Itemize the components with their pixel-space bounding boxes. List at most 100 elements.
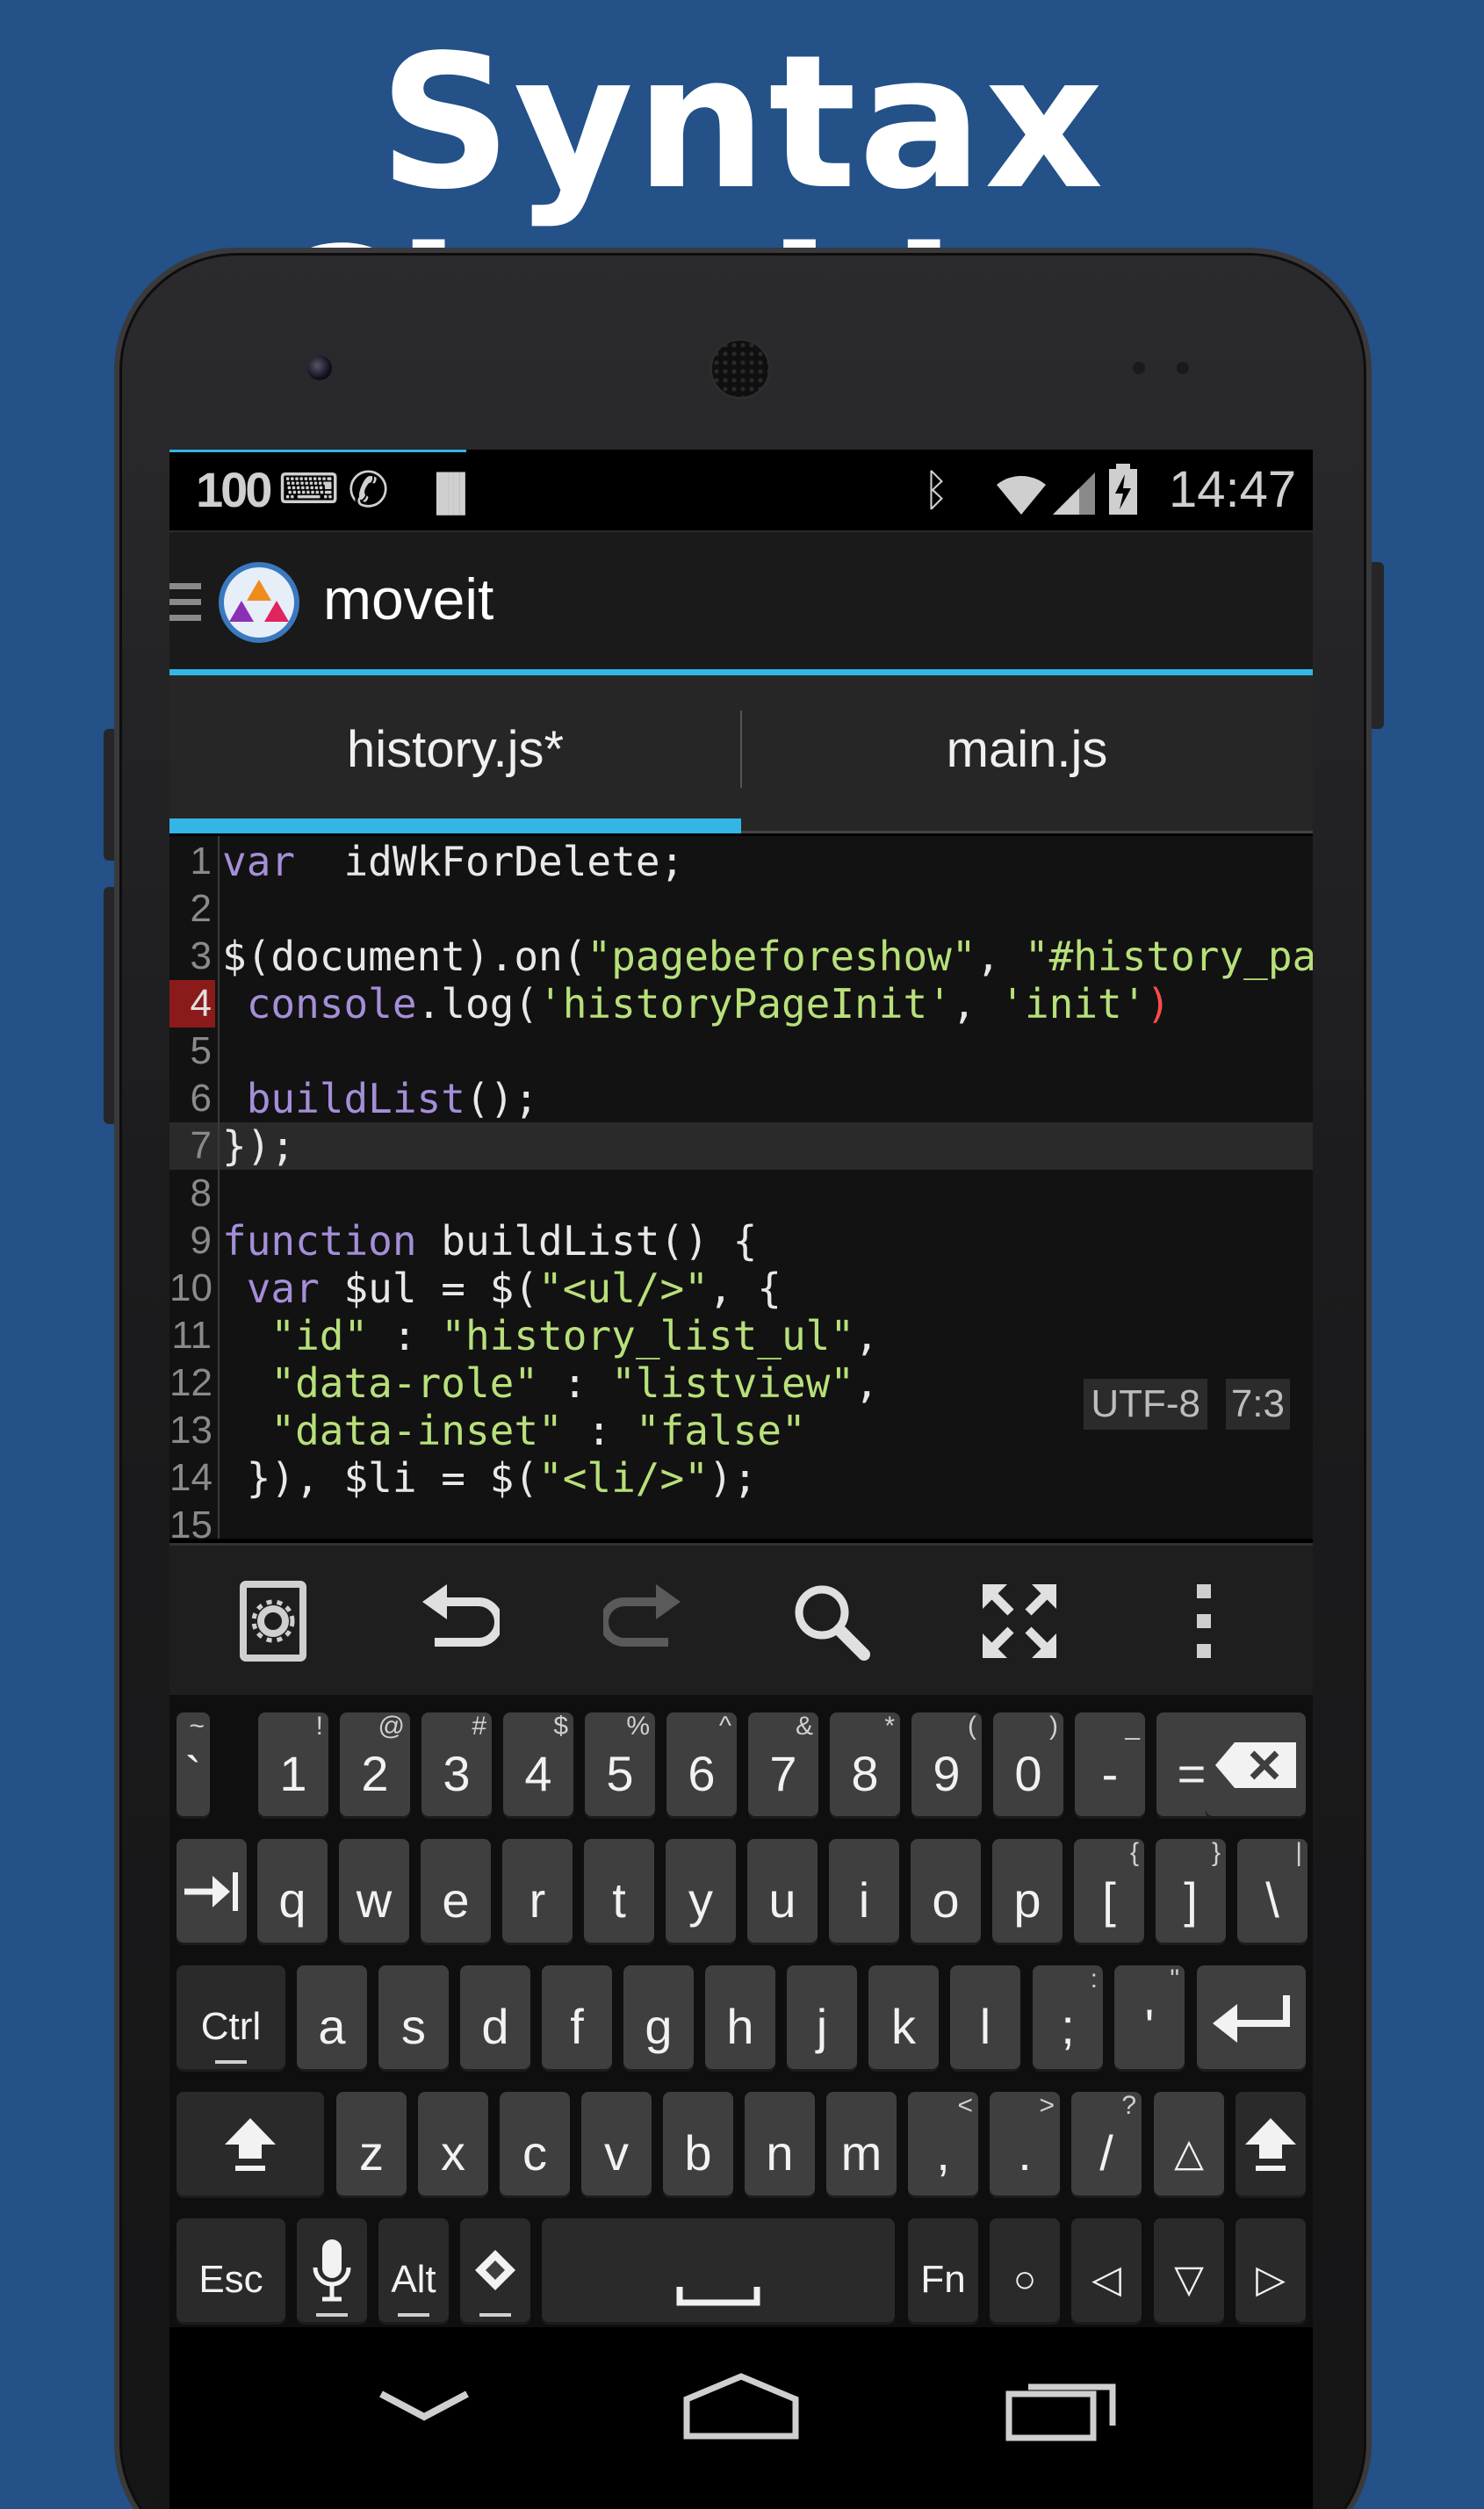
key-l[interactable]: l — [950, 1965, 1020, 2069]
key-g[interactable]: g — [623, 1965, 694, 2069]
settings-icon[interactable] — [231, 1579, 315, 1663]
tab-main-js[interactable]: main.js — [741, 675, 1313, 833]
redo-icon[interactable] — [603, 1579, 688, 1663]
code-line[interactable]: 7}); — [169, 1122, 1313, 1170]
key-bracket-2[interactable]: | \ — [1237, 1839, 1308, 1943]
fullscreen-icon[interactable] — [977, 1579, 1062, 1663]
code-line[interactable]: 11 "id" : "history_list_ul", — [169, 1312, 1313, 1359]
key-alt-label: | — [1295, 1838, 1302, 1867]
key-u[interactable]: u — [747, 1839, 818, 1943]
key-c[interactable]: c — [500, 2092, 570, 2195]
esc-key[interactable]: Esc — [176, 2218, 285, 2322]
key-x[interactable]: x — [418, 2092, 488, 2195]
key-p[interactable]: p — [992, 1839, 1063, 1943]
code-line[interactable]: 4 console.log('historyPageInit', 'init') — [169, 980, 1313, 1027]
code-line[interactable]: 3 $(document).on("pagebeforeshow", "#hist… — [169, 933, 1313, 980]
key-backtick[interactable]: ~ ` — [176, 1712, 210, 1816]
key-t[interactable]: t — [584, 1839, 654, 1943]
arrow-right-key[interactable]: ▷ — [1235, 2218, 1306, 2322]
key-i[interactable]: i — [829, 1839, 899, 1943]
key-j[interactable]: j — [787, 1965, 857, 2069]
back-icon[interactable] — [376, 2382, 472, 2434]
arrow-down-key[interactable]: ▽ — [1154, 2218, 1224, 2322]
fn-key[interactable]: Fn — [908, 2218, 978, 2322]
key-0[interactable]: ) 0 — [993, 1712, 1063, 1816]
alt-key[interactable]: Alt — [378, 2218, 449, 2322]
key-y[interactable]: y — [666, 1839, 736, 1943]
key-alt-label: _ — [1125, 1712, 1140, 1741]
shift-key[interactable] — [176, 2092, 324, 2195]
app-logo-icon[interactable] — [215, 560, 303, 645]
space-key[interactable] — [542, 2218, 895, 2322]
key-indicator — [479, 2313, 511, 2317]
shift-key-right[interactable] — [1235, 2092, 1306, 2195]
code-line[interactable]: 15 — [169, 1502, 1313, 1539]
code-line[interactable]: 10 var $ul = $("<ul/>", { — [169, 1265, 1313, 1312]
tab-bar: history.js* main.js — [169, 675, 1313, 833]
key-o[interactable]: o — [911, 1839, 981, 1943]
key-punct2-2[interactable]: ? / — [1071, 2092, 1142, 2195]
key-a[interactable]: a — [297, 1965, 367, 2069]
code-line[interactable]: 2 — [169, 885, 1313, 933]
symbol-key[interactable] — [460, 2218, 530, 2322]
recents-icon[interactable] — [1005, 2375, 1120, 2441]
home-icon[interactable] — [681, 2371, 801, 2441]
code-line[interactable]: 6 buildList(); — [169, 1075, 1313, 1122]
key-punct-1[interactable]: " ' — [1114, 1965, 1185, 2069]
circle-key[interactable]: ○ — [990, 2218, 1060, 2322]
ctrl-key[interactable]: Ctrl — [176, 1965, 285, 2069]
front-camera-icon — [307, 356, 332, 380]
key-m[interactable]: m — [826, 2092, 897, 2195]
undo-icon[interactable] — [415, 1579, 500, 1663]
key-e[interactable]: e — [421, 1839, 491, 1943]
key-6[interactable]: ^ 6 — [666, 1712, 737, 1816]
key-f[interactable]: f — [542, 1965, 612, 2069]
overflow-menu-icon[interactable] — [1162, 1579, 1246, 1663]
key-label: ' — [1144, 1999, 1155, 2054]
tab-history-js[interactable]: history.js* — [169, 675, 741, 833]
key-8[interactable]: * 8 — [830, 1712, 900, 1816]
key-7[interactable]: & 7 — [748, 1712, 818, 1816]
key-4[interactable]: $4 — [503, 1712, 573, 1816]
key-bracket-0[interactable]: {[ — [1074, 1839, 1144, 1943]
enter-key[interactable] — [1197, 1965, 1306, 2069]
key-h[interactable]: h — [705, 1965, 775, 2069]
key--[interactable]: _ - — [1075, 1712, 1145, 1816]
code-editor[interactable]: 1 var idWkForDelete; 2 3 $(document).on("pag… — [169, 836, 1313, 1539]
voice-input-key[interactable] — [297, 2218, 367, 2322]
key-s[interactable]: s — [378, 1965, 449, 2069]
key-w[interactable]: w — [339, 1839, 409, 1943]
key-q[interactable]: q — [257, 1839, 328, 1943]
key-2[interactable]: @2 — [340, 1712, 410, 1816]
key-label: r — [529, 1872, 546, 1928]
key-1[interactable]: ! 1 — [258, 1712, 328, 1816]
key-b[interactable]: b — [663, 2092, 733, 2195]
key-5[interactable]: % 5 — [585, 1712, 655, 1816]
key-k[interactable]: k — [868, 1965, 939, 2069]
arrow-up-key[interactable]: △ — [1154, 2092, 1224, 2195]
code-line[interactable]: 14 }), $li = $("<li/>"); — [169, 1454, 1313, 1502]
key-bracket-1[interactable]: }] — [1156, 1839, 1226, 1943]
key-punct-0[interactable]: :; — [1033, 1965, 1103, 2069]
tab-key[interactable] — [176, 1839, 247, 1943]
key-alt-label: $ — [553, 1712, 568, 1741]
search-icon[interactable] — [789, 1579, 873, 1663]
key-punct2-0[interactable]: <, — [908, 2092, 978, 2195]
code-line[interactable]: 5 — [169, 1027, 1313, 1075]
key-r[interactable]: r — [502, 1839, 573, 1943]
code-line[interactable]: 9 function buildList() { — [169, 1217, 1313, 1265]
arrow-left-key[interactable]: ◁ — [1071, 2218, 1142, 2322]
key-punct2-1[interactable]: >. — [990, 2092, 1060, 2195]
drawer-icon[interactable] — [169, 583, 201, 624]
key-n[interactable]: n — [745, 2092, 815, 2195]
key-d[interactable]: d — [460, 1965, 530, 2069]
code-line[interactable]: 1 var idWkForDelete; — [169, 838, 1313, 885]
backspace-key[interactable] — [1206, 1712, 1306, 1816]
enter-icon — [1213, 1995, 1290, 2043]
key-v[interactable]: v — [581, 2092, 652, 2195]
code-token: : — [538, 1359, 612, 1407]
key-3[interactable]: #3 — [421, 1712, 492, 1816]
code-line[interactable]: 8 — [169, 1170, 1313, 1217]
key-z[interactable]: z — [336, 2092, 407, 2195]
key-9[interactable]: (9 — [911, 1712, 982, 1816]
